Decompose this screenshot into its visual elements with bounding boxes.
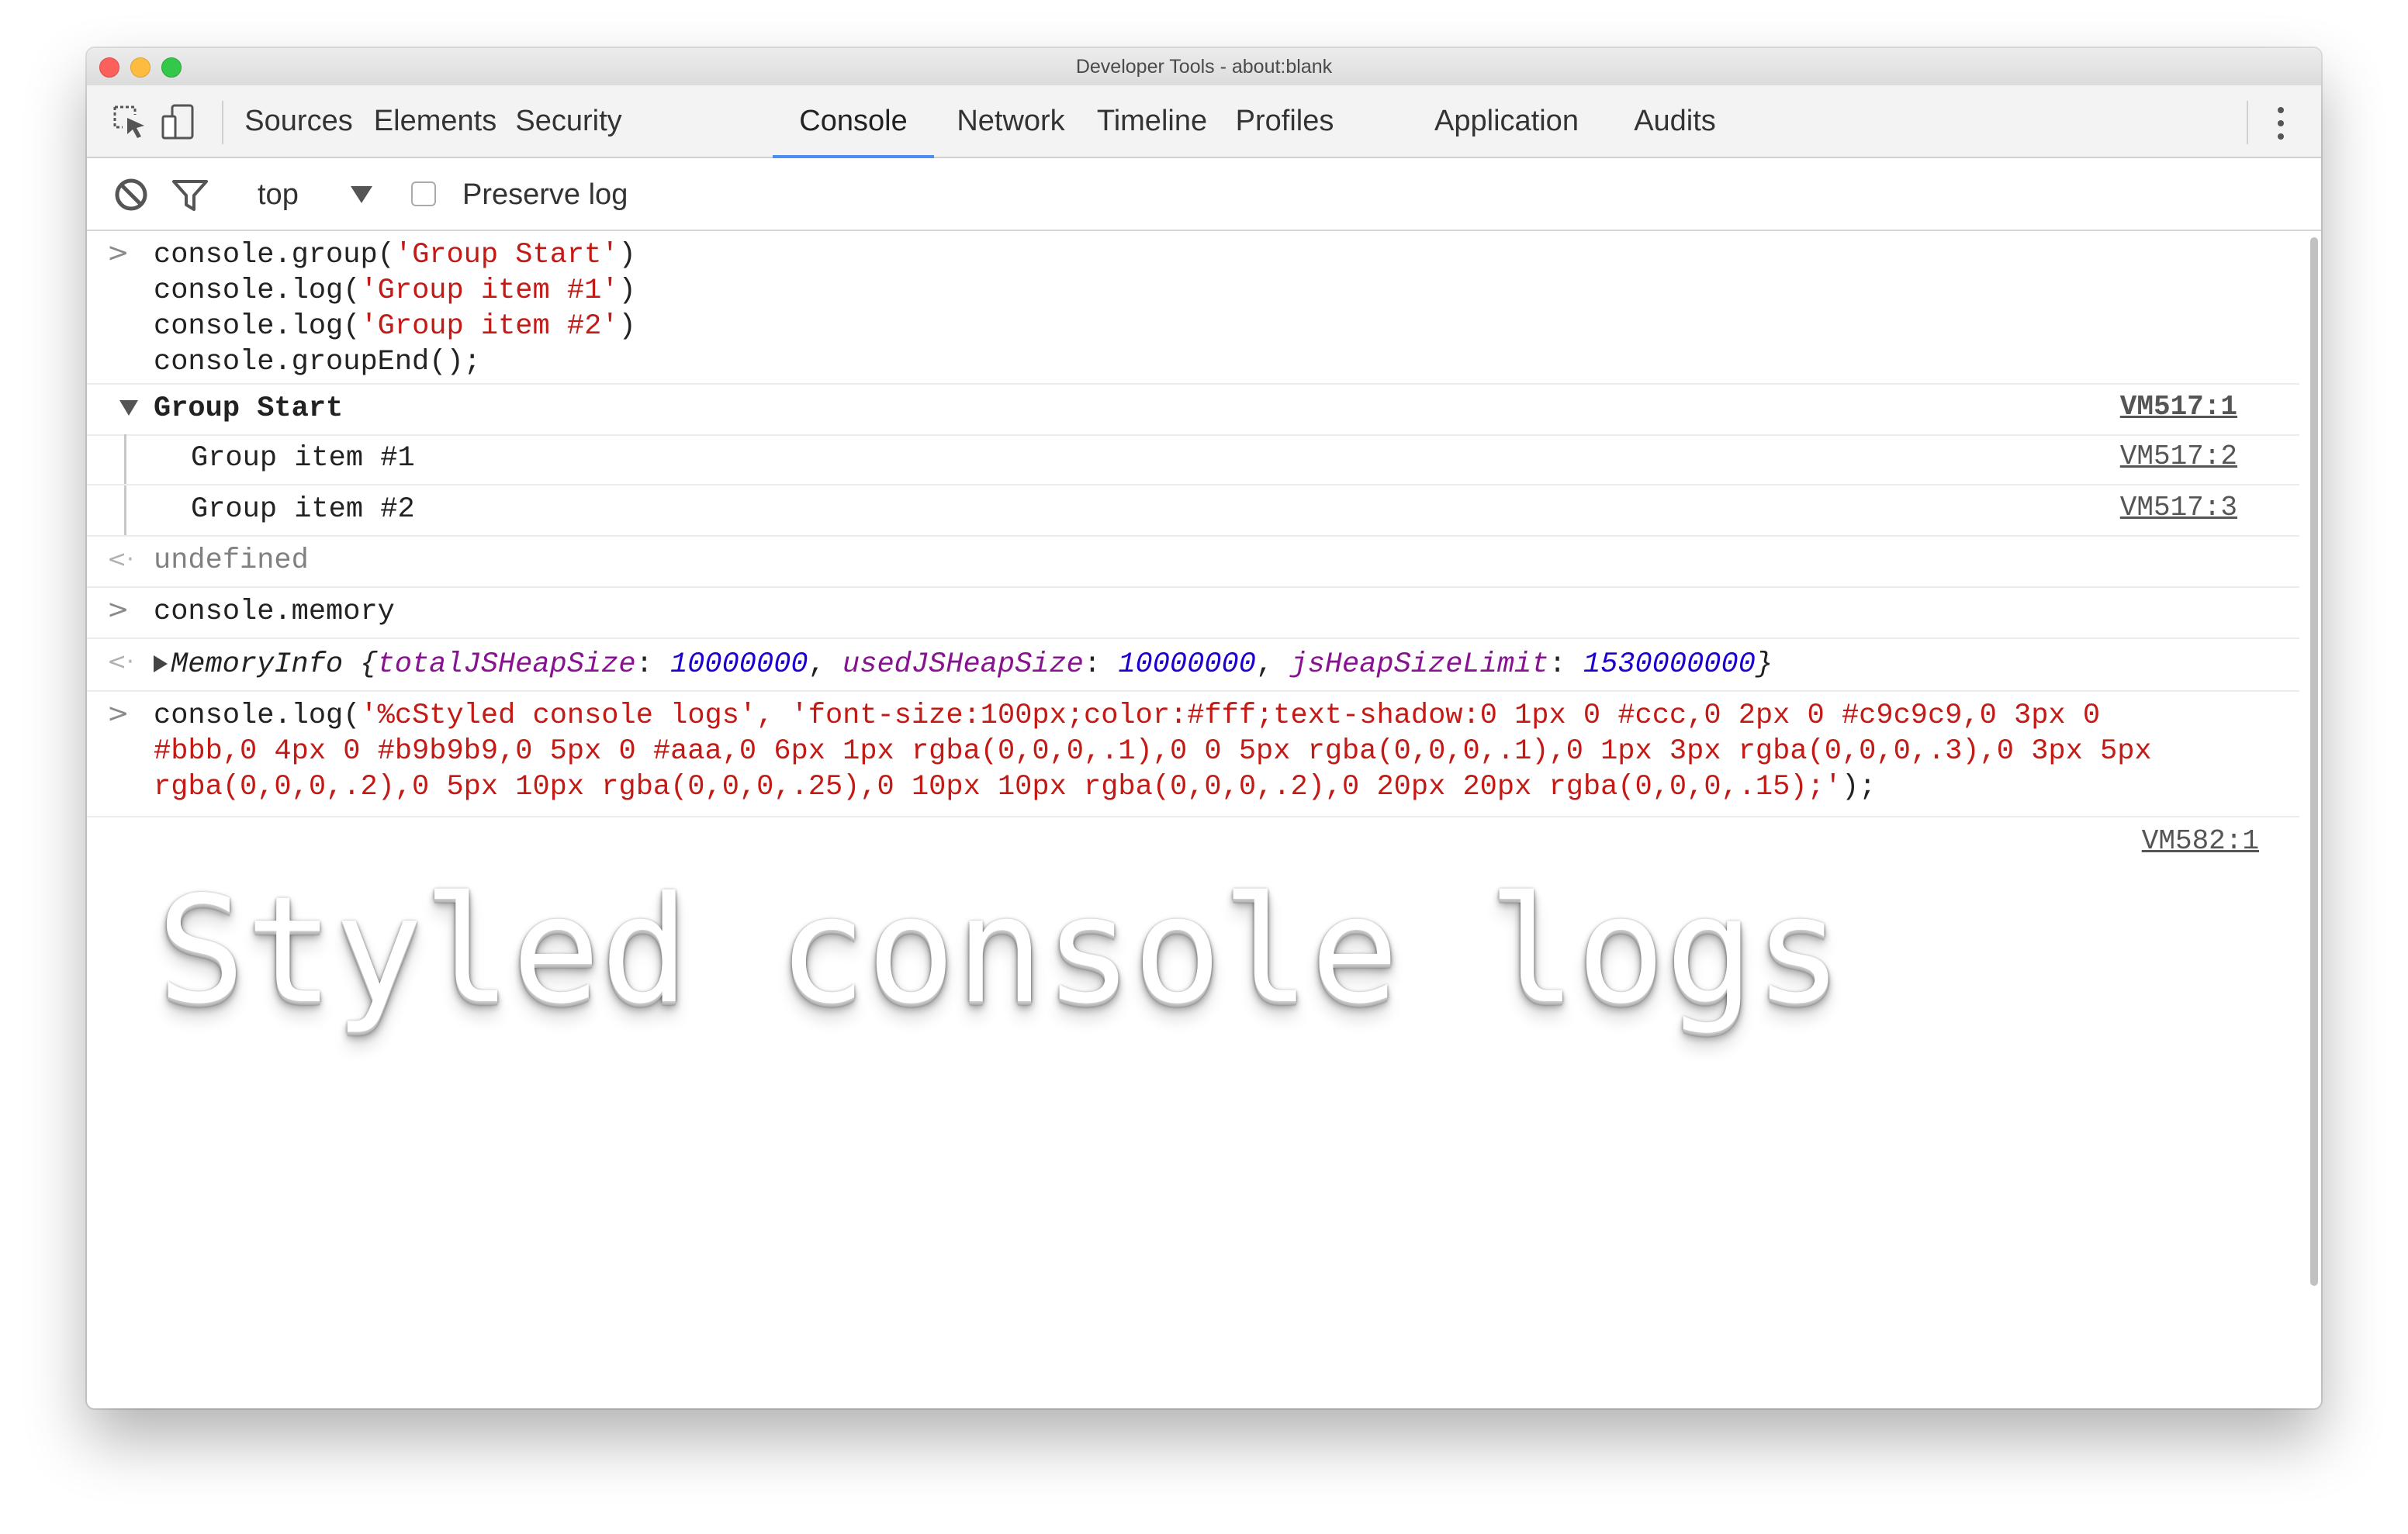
tab-profiles[interactable]: Profiles [1224,85,1345,157]
group-label: Group Start [154,392,344,425]
tab-console[interactable]: Console [773,85,934,158]
toolbar-separator [2247,101,2248,144]
tab-sources[interactable]: Sources [239,85,358,157]
devtools-window: Developer Tools - about:blank Sources El… [87,48,2321,1408]
tab-application[interactable]: Application [1421,85,1592,157]
preserve-log-checkbox[interactable] [411,181,436,206]
console-input-entry: > console.memory [87,588,2299,639]
tab-timeline[interactable]: Timeline [1086,85,1218,157]
source-link[interactable]: VM582:1 [2142,825,2259,857]
toolbar-separator [222,101,223,144]
devtools-tab-bar: Sources Elements Security Console Networ… [87,85,2321,158]
group-item: Group item #1 VM517:2 [87,434,2299,485]
console-result-entry: <· MemoryInfo {totalJSHeapSize: 10000000… [87,639,2299,692]
memory-info-object[interactable]: MemoryInfo {totalJSHeapSize: 10000000, u… [154,647,1773,682]
console-output: > console.group('Group Start') console.l… [87,231,2321,1408]
input-prompt-icon: > [107,237,130,268]
group-item: Group item #2 VM517:3 [87,485,2299,537]
result-arrow-icon: <· [107,648,134,675]
tab-network[interactable]: Network [945,85,1077,157]
tab-audits[interactable]: Audits [1624,85,1725,157]
filter-icon[interactable] [171,175,209,214]
tab-security[interactable]: Security [509,85,628,157]
input-code: console.group('Group Start') console.log… [154,239,636,378]
result-arrow-icon: <· [107,546,134,573]
styled-log-output: Styled console logs [157,865,1843,1036]
source-link[interactable]: VM517:2 [2120,441,2237,472]
dropdown-arrow-icon[interactable] [349,181,374,206]
input-prompt-icon: > [107,594,130,625]
window-title: Developer Tools - about:blank [1075,56,1333,78]
inspect-element-icon[interactable] [110,102,150,143]
expanded-triangle-icon[interactable] [119,400,138,416]
input-code: console.memory [154,596,395,628]
preserve-log-label: Preserve log [462,178,628,211]
console-toolbar: top Preserve log [87,158,2321,231]
input-code: console.log('%cStyled console logs', 'fo… [154,700,2152,803]
input-prompt-icon: > [107,698,130,729]
source-link[interactable]: VM517:1 [2120,391,2237,423]
group-item-text: Group item #2 [191,493,415,526]
device-toolbar-icon[interactable] [158,102,199,143]
console-input-entry: > console.log('%cStyled console logs', '… [87,690,2299,817]
more-options-icon[interactable] [2273,104,2289,141]
context-selector[interactable]: top [258,175,299,214]
group-header[interactable]: Group Start VM517:1 [87,383,2299,436]
console-input-entry: > console.group('Group Start') console.l… [87,231,2299,385]
console-result-entry: <· undefined [87,537,2299,588]
group-item-text: Group item #1 [191,442,415,475]
collapsed-triangle-icon[interactable] [154,655,168,673]
source-link[interactable]: VM517:3 [2120,492,2237,523]
tab-elements[interactable]: Elements [369,85,501,157]
title-bar: Developer Tools - about:blank [87,48,2321,86]
result-value: undefined [154,544,309,577]
console-scrollbar[interactable] [2310,237,2318,1286]
clear-console-icon[interactable] [112,175,150,214]
